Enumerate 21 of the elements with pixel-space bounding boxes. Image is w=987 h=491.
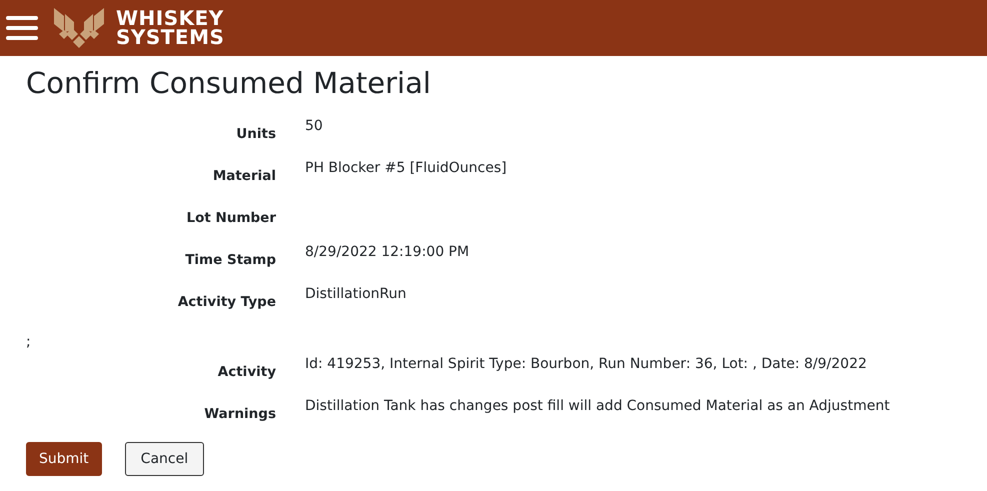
logo-icon bbox=[52, 6, 106, 50]
page-title: Confirm Consumed Material bbox=[26, 66, 432, 100]
field-value: Distillation Tank has changes post fill will add Consumed Material as an Adjustment bbox=[305, 397, 891, 416]
field-label: Activity Type bbox=[176, 293, 276, 312]
field-value: 50 bbox=[305, 117, 324, 136]
field-label: Time Stamp bbox=[184, 251, 276, 270]
menu-icon[interactable] bbox=[6, 14, 38, 42]
field-label: Warnings bbox=[203, 405, 276, 424]
field-value: Id: 419253, Internal Spirit Type: Bourbon, Run Number: 36, Lot: , Date: 8/9/2022 bbox=[305, 355, 868, 374]
stray-text: ; bbox=[26, 334, 31, 350]
submit-button[interactable]: Submit bbox=[26, 442, 102, 476]
cancel-button[interactable]: Cancel bbox=[124, 442, 204, 476]
brand-name: SYSTEMS bbox=[116, 28, 224, 47]
field-value: DistillationRun bbox=[305, 285, 408, 304]
field-label: Lot Number bbox=[186, 209, 276, 228]
field-value: 8/29/2022 12:19:00 PM bbox=[305, 243, 470, 262]
field-label: Material bbox=[212, 167, 276, 186]
field-label: Units bbox=[235, 125, 276, 144]
brand-name: WHISKEY bbox=[116, 9, 224, 28]
field-label: Activity bbox=[216, 363, 276, 382]
field-value: PH Blocker #5 [FluidOunces] bbox=[305, 159, 508, 178]
